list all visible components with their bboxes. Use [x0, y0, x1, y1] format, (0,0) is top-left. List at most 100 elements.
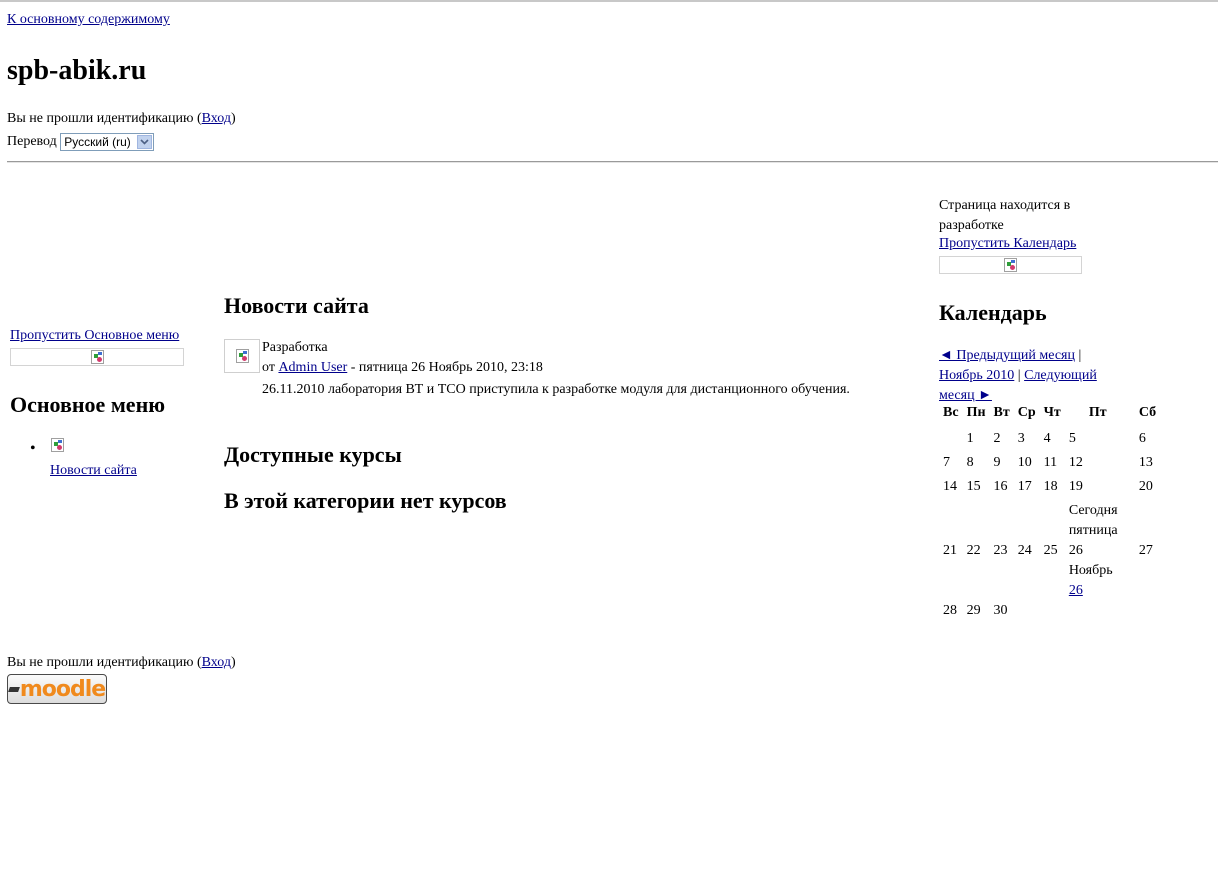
- current-month-link[interactable]: Ноябрь 2010: [939, 368, 1014, 383]
- post-date: - пятница 26 Ноябрь 2010, 23:18: [347, 360, 543, 375]
- translate-label: Перевод: [7, 134, 57, 150]
- calendar-day: 27: [1138, 543, 1153, 558]
- today-tooltip-line: пятница: [1068, 523, 1118, 538]
- moodle-logo[interactable]: moodle: [7, 674, 107, 704]
- calendar-day: [1065, 601, 1131, 625]
- skip-main-menu-link[interactable]: Пропустить Основное меню: [10, 328, 179, 344]
- calendar-week-row: 28 29 30: [939, 601, 1160, 625]
- login-info-suffix: ): [230, 111, 236, 126]
- weekday-fri: Пт: [1088, 405, 1107, 420]
- chevron-down-icon[interactable]: [136, 135, 152, 149]
- post-text: 26.11.2010 лаборатория ВТ и ТСО приступи…: [262, 382, 850, 397]
- nav-separator: |: [1074, 348, 1082, 363]
- weekday-wed: Ср: [1017, 405, 1036, 420]
- top-border: [0, 0, 1218, 2]
- weekday-mon: Пн: [966, 405, 986, 420]
- post-by-label: от: [262, 360, 279, 375]
- login-info-text: Вы не прошли идентификацию (: [7, 111, 202, 126]
- calendar-day: 18: [1043, 479, 1058, 494]
- calendar-day: 28: [943, 603, 957, 618]
- dev-notice: Страница находится в разработке: [939, 198, 1071, 233]
- footer-login-suffix: ): [230, 655, 236, 670]
- broken-image-icon: [235, 349, 249, 363]
- calendar-day: 13: [1138, 455, 1153, 470]
- calendar-day: 25: [1043, 543, 1058, 558]
- broken-image-icon: [51, 438, 64, 452]
- calendar-week-row: 7 8 9 10 11 12 13: [939, 453, 1160, 477]
- post-subject: Разработка: [262, 340, 328, 355]
- graduation-cap-icon: [7, 686, 20, 692]
- menu-item-site-news[interactable]: Новости сайта: [50, 463, 137, 479]
- prev-month-link[interactable]: ◄ Предыдущий месяц: [939, 348, 1075, 363]
- calendar-day: [1014, 601, 1040, 625]
- site-title: spb-abik.ru: [7, 55, 147, 86]
- header-divider: [7, 161, 1218, 163]
- weekday-sat: Сб: [1138, 405, 1157, 420]
- footer-login-info: Вы не прошли идентификацию (Вход): [7, 655, 236, 671]
- calendar-title: Календарь: [939, 300, 1047, 325]
- calendar-day: 12: [1068, 455, 1083, 470]
- calendar-day: 14: [943, 479, 957, 494]
- calendar-day: 19: [1068, 479, 1083, 494]
- footer-login-text: Вы не прошли идентификацию (: [7, 655, 202, 670]
- calendar-day: 15: [966, 479, 981, 494]
- calendar-day: 9: [993, 455, 1001, 470]
- language-select[interactable]: Русский (ru): [60, 133, 154, 151]
- skip-main-menu-image: [10, 348, 184, 366]
- skip-to-content-link[interactable]: К основному содержимому: [7, 12, 170, 28]
- calendar-day: 20: [1138, 479, 1153, 494]
- calendar-week-row: 14 15 16 17 18 19 20: [939, 477, 1160, 501]
- calendar-day: [1131, 601, 1160, 625]
- calendar-weekdays-row: Вс Пн Вт Ср Чт Пт Сб: [939, 405, 1160, 429]
- calendar-day: 11: [1043, 455, 1058, 470]
- calendar-table: Вс Пн Вт Ср Чт Пт Сб 1 2 3 4 5 6 7 8 9 1…: [939, 405, 1160, 625]
- weekday-thu: Чт: [1043, 405, 1061, 420]
- calendar-day: 24: [1017, 543, 1032, 558]
- skip-calendar-link[interactable]: Пропустить Календарь: [939, 236, 1076, 252]
- translate-row: Перевод Русский (ru): [7, 133, 154, 151]
- moodle-logo-text: moodle: [19, 676, 106, 702]
- login-info: Вы не прошли идентификацию (Вход): [7, 111, 236, 127]
- today-tooltip-line: Ноябрь: [1068, 563, 1113, 578]
- calendar-day: 2: [993, 431, 1001, 446]
- calendar-day: 22: [966, 543, 981, 558]
- calendar-day: 23: [993, 543, 1008, 558]
- today-tooltip-line: Сегодня: [1068, 503, 1118, 518]
- calendar-day: 1: [966, 431, 974, 446]
- main-menu-title: Основное меню: [10, 392, 166, 417]
- calendar-week-row: 1 2 3 4 5 6: [939, 429, 1160, 453]
- calendar-day: 8: [966, 455, 974, 470]
- calendar-day: 30: [993, 603, 1008, 618]
- broken-image-icon: [90, 350, 104, 364]
- post-author-link[interactable]: Admin User: [278, 360, 347, 375]
- weekday-sun: Вс: [943, 405, 959, 420]
- calendar-day: 4: [1043, 431, 1051, 446]
- weekday-tue: Вт: [993, 405, 1010, 420]
- today-day-link[interactable]: 26: [1069, 583, 1083, 598]
- site-news-title: Новости сайта: [224, 293, 369, 318]
- calendar-day: [939, 429, 963, 453]
- bullet-icon: •: [30, 440, 36, 457]
- no-courses-message: В этой категории нет курсов: [224, 488, 507, 513]
- today-day: 26: [1068, 543, 1083, 558]
- calendar-day: 3: [1017, 431, 1025, 446]
- broken-image-icon: [1004, 258, 1017, 272]
- calendar-nav: ◄ Предыдущий месяц | Ноябрь 2010 | Следу…: [939, 346, 1124, 406]
- calendar-day: 21: [943, 543, 957, 558]
- footer-login-link[interactable]: Вход: [202, 655, 231, 670]
- calendar-day: 17: [1017, 479, 1032, 494]
- calendar-day: [1040, 601, 1065, 625]
- calendar-day: 16: [993, 479, 1008, 494]
- calendar-day: 10: [1017, 455, 1032, 470]
- login-link[interactable]: Вход: [202, 111, 231, 126]
- calendar-today-cell[interactable]: Сегодня пятница 26 Ноябрь 26: [1065, 501, 1131, 601]
- calendar-day: 5: [1068, 431, 1076, 446]
- author-avatar[interactable]: [224, 339, 260, 373]
- calendar-day: 6: [1138, 431, 1146, 446]
- post-author-line: от Admin User - пятница 26 Ноябрь 2010, …: [262, 360, 543, 376]
- available-courses-title: Доступные курсы: [224, 442, 402, 467]
- skip-calendar-image: [939, 256, 1082, 274]
- language-select-value: Русский (ru): [64, 135, 131, 149]
- nav-separator: |: [1014, 368, 1025, 383]
- calendar-week-row: 21 22 23 24 25 Сегодня пятница 26 Ноябрь…: [939, 501, 1160, 601]
